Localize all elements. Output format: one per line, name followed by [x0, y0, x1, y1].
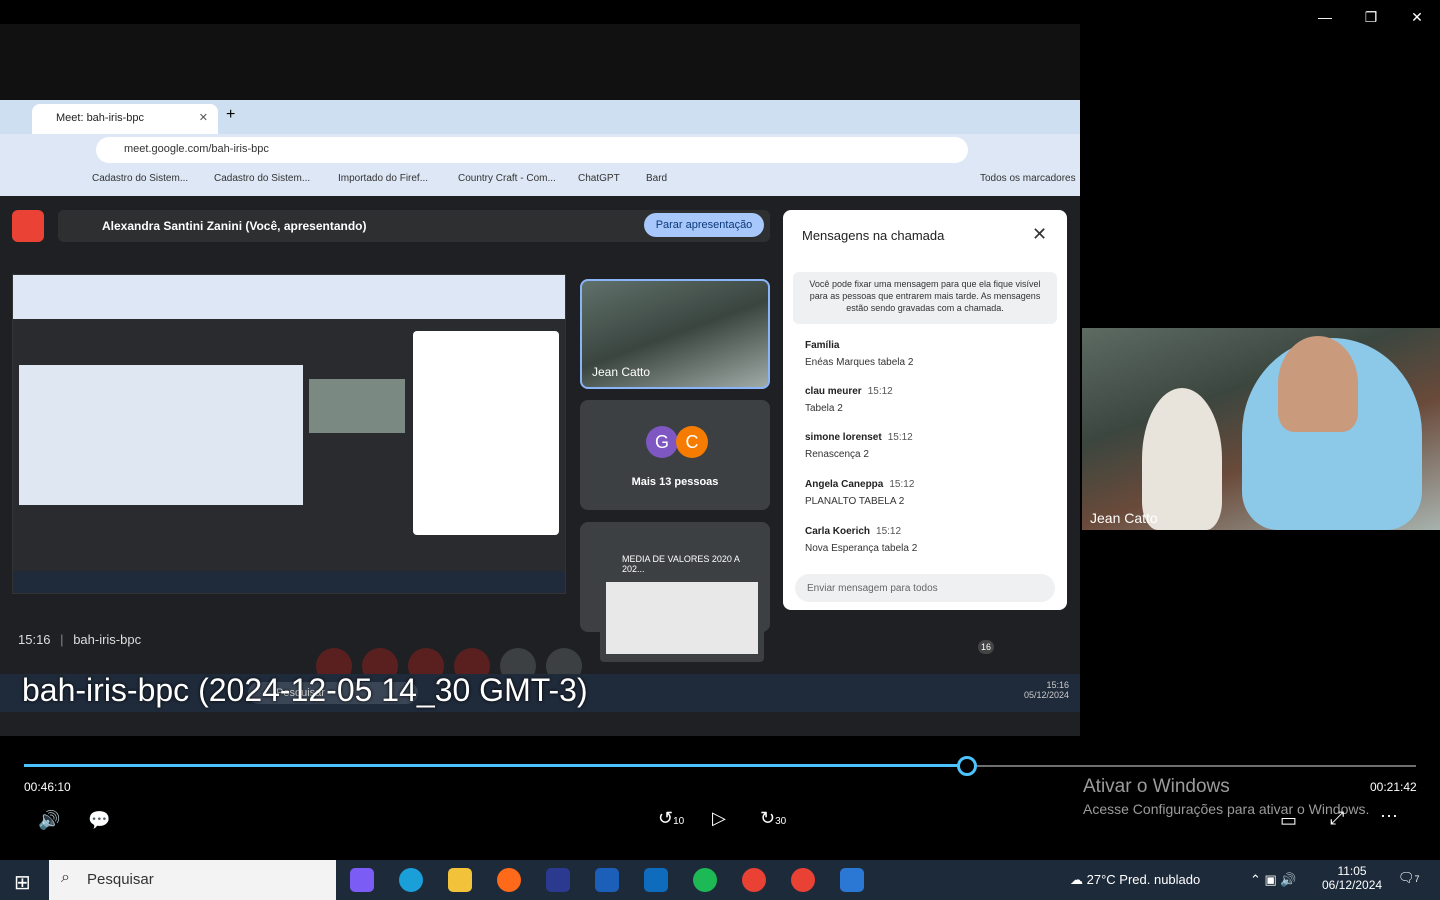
meet-time: 15:16 [18, 632, 51, 647]
captions-icon[interactable]: 💬 [88, 810, 110, 831]
more-people-label: Mais 13 pessoas [631, 476, 719, 488]
camera-name: Jean Catto [1090, 510, 1158, 526]
bookmark: Cadastro do Sistem... [214, 173, 311, 184]
participant-name: Jean Catto [592, 365, 651, 379]
media-player-icon[interactable] [840, 868, 864, 892]
outlook-icon[interactable] [644, 868, 668, 892]
camera-thumbnail: Jean Catto [1082, 328, 1440, 530]
minimize-button[interactable]: — [1302, 0, 1348, 34]
seek-progress [24, 764, 967, 767]
bookmark: Country Craft - Com... [458, 173, 556, 184]
nested-screen-share [12, 274, 566, 594]
video-title: bah-iris-bpc (2024-12-05 14_30 GMT-3) [22, 672, 588, 708]
edge-icon[interactable] [399, 868, 423, 892]
participant-tile: Jean Catto [580, 279, 770, 389]
more-options-icon[interactable]: ⋯ [1380, 806, 1398, 827]
meeting-code: bah-iris-bpc [73, 632, 142, 647]
volume-icon[interactable]: 🔊 [38, 810, 60, 831]
avatar: G [646, 426, 678, 458]
start-icon[interactable]: ⊞ [14, 870, 31, 895]
close-button[interactable]: ✕ [1394, 0, 1440, 34]
weather-widget[interactable]: ☁ 27°C Pred. nublado [1070, 872, 1200, 888]
search-icon: ⌕ [61, 869, 70, 886]
chat-message: Família Enéas Marques tabela 2 [805, 340, 914, 368]
fullscreen-icon[interactable]: ⤢ [1330, 808, 1344, 829]
people-count-badge: 16 [978, 640, 994, 654]
bookmark: Cadastro do Sistem... [92, 173, 189, 184]
new-tab-icon: + [226, 106, 236, 123]
clock-time: 11:05 [1337, 864, 1367, 878]
store-icon[interactable] [546, 868, 570, 892]
taskbar-search[interactable]: ⌕ Pesquisar [49, 860, 336, 900]
close-icon: ✕ [1032, 224, 1048, 244]
more-people-tile: G C Mais 13 pessoas [580, 400, 770, 510]
remaining-time: 00:21:42 [1370, 780, 1417, 794]
chat-message: Angela Caneppa 15:12 PLANALTO TABELA 2 [805, 479, 915, 507]
bookmark: ChatGPT [578, 173, 620, 184]
presenting-text: Alexandra Santini Zanini (Você, apresent… [102, 219, 367, 233]
chat-title: Mensagens na chamada [802, 228, 945, 243]
media-popup-title: MEDIA DE VALORES 2020 A 202... [622, 554, 740, 574]
spotify-icon[interactable] [693, 868, 717, 892]
chrome-profile-icon[interactable] [791, 868, 815, 892]
avatar: C [676, 426, 708, 458]
firefox-icon[interactable] [497, 868, 521, 892]
window-controls: — ❐ ✕ [1302, 0, 1440, 34]
browser-tab: Meet: bah-iris-bpc ✕ [32, 104, 218, 134]
activate-windows-title: Ativar o Windows [1083, 776, 1230, 797]
tab-title: Meet: bah-iris-bpc [56, 112, 145, 124]
bookmark: Importado do Firef... [338, 173, 429, 184]
url-text: meet.google.com/bah-iris-bpc [124, 143, 269, 155]
miniplayer-icon[interactable]: ▭ [1280, 810, 1297, 831]
weather-icon: ☁ [1070, 872, 1083, 887]
seek-thumb[interactable] [957, 756, 977, 776]
tab-close-icon: ✕ [198, 112, 208, 124]
tab-bar: Meet: bah-iris-bpc ✕ + [0, 100, 1080, 134]
copilot-icon[interactable] [350, 868, 374, 892]
activate-windows-text: Acesse Configurações para ativar o Windo… [1083, 801, 1370, 817]
weather-text: 27°C Pred. nublado [1086, 872, 1201, 887]
skip-forward-button[interactable]: ↻30 [760, 808, 786, 829]
chat-message: clau meurer 15:12 Tabela 2 [805, 386, 893, 414]
recorded-clock: 15:16 05/12/2024 [1024, 680, 1070, 700]
elapsed-time: 00:46:10 [24, 780, 71, 794]
clock[interactable]: 11:05 06/12/2024 [1322, 864, 1382, 892]
play-icon[interactable]: ▷ [712, 808, 726, 829]
file-explorer-icon[interactable] [448, 868, 472, 892]
search-placeholder: Pesquisar [87, 871, 154, 888]
pin-note: Você pode fixar uma mensagem para que el… [793, 272, 1057, 324]
chrome-icon[interactable] [742, 868, 766, 892]
stop-presenting-button: Parar apresentação [644, 213, 764, 237]
chat-message: Carla Koerich 15:12 Nova Esperança tabela… [805, 526, 918, 554]
recorded-browser: Meet: bah-iris-bpc ✕ + meet.google.com/b… [0, 100, 1080, 196]
chat-message: simone lorenset 15:12 Renascença 2 [805, 432, 913, 460]
media-popup: MEDIA DE VALORES 2020 A 202... [600, 546, 764, 662]
bookmark: Bard [646, 173, 668, 184]
chat-input: Enviar mensagem para todos [795, 574, 1055, 602]
app-icon[interactable] [595, 868, 619, 892]
address-bar: meet.google.com/bah-iris-bpc [96, 137, 968, 163]
tray-icons[interactable]: ⌃ ▣ 🔊 [1250, 872, 1297, 888]
all-bookmarks: Todos os marcadores [980, 173, 1076, 184]
skip-back-button[interactable]: ↺10 [658, 808, 684, 829]
notification-icon[interactable]: 🗨7 [1398, 870, 1420, 886]
meet-footer: 15:16 | bah-iris-bpc [18, 632, 142, 647]
restore-button[interactable]: ❐ [1348, 0, 1394, 34]
clock-date: 06/12/2024 [1322, 878, 1383, 892]
record-icon [12, 210, 44, 242]
